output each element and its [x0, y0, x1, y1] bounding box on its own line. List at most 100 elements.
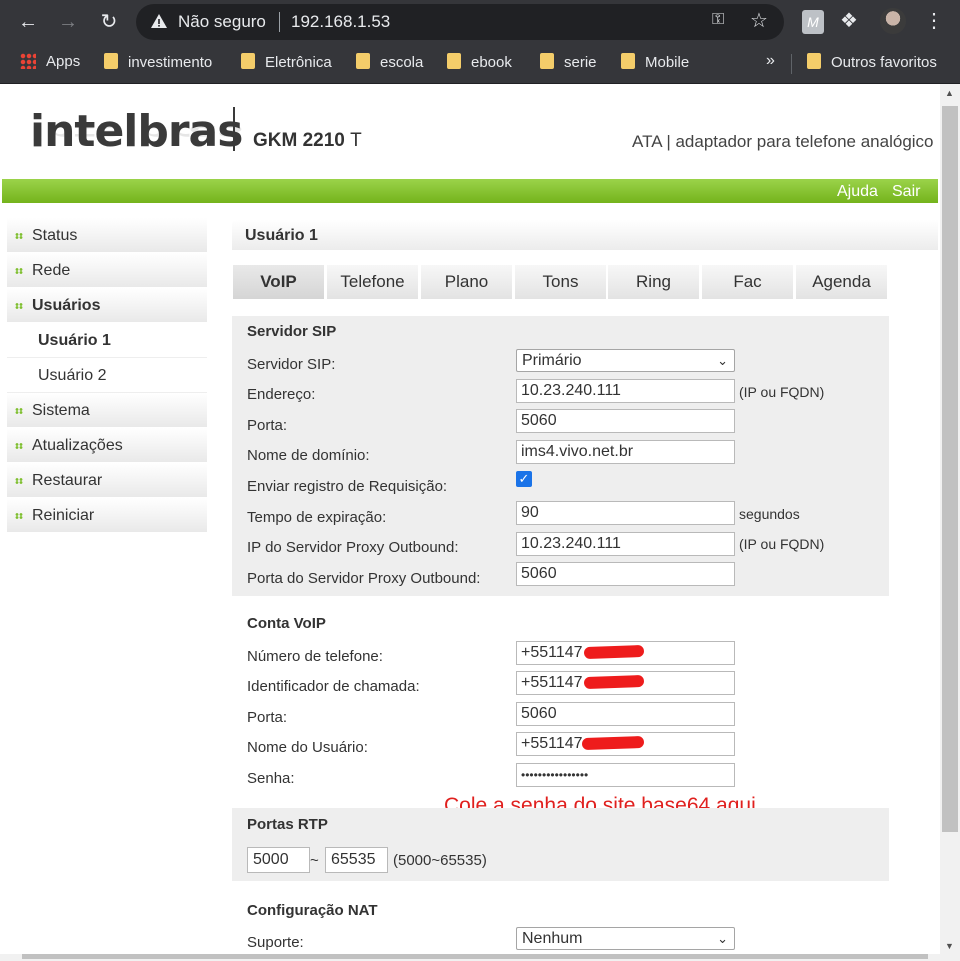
bookmark-mobile[interactable]: Mobile: [621, 53, 689, 75]
rtp-range-separator: ~: [310, 852, 319, 869]
header-green-bar: [2, 179, 938, 203]
sidebar-item-atualizacoes[interactable]: Atualizações: [7, 428, 207, 463]
bullet-dots-icon: [15, 233, 23, 239]
proxy-hint: (IP ou FQDN): [739, 536, 825, 552]
bookmarks-bar: Apps investimento Eletrônica escola eboo…: [0, 44, 960, 84]
scroll-down-icon[interactable]: ▼: [945, 941, 954, 951]
horizontal-scrollbar[interactable]: [0, 954, 940, 961]
tab-telefone[interactable]: Telefone: [327, 265, 418, 299]
bookmark-other-favorites[interactable]: Outros favoritos: [807, 53, 937, 75]
header-divider: [233, 107, 235, 151]
bookmark-eletronica[interactable]: Eletrônica: [241, 53, 332, 75]
tab-voip[interactable]: VoIP: [233, 265, 324, 299]
sidebar-item-usuarios[interactable]: Usuários: [7, 288, 207, 323]
sidebar-item-reiniciar[interactable]: Reiniciar: [7, 498, 207, 533]
register-label: Enviar registro de Requisição:: [247, 478, 448, 495]
bookmark-investimento[interactable]: investimento: [104, 53, 212, 75]
nat-support-label: Suporte:: [247, 934, 304, 951]
rtp-to-input[interactable]: 65535: [325, 847, 388, 873]
bookmark-apps[interactable]: Apps: [20, 53, 80, 75]
folder-icon: [356, 53, 370, 69]
scrollbar-thumb[interactable]: [942, 106, 958, 832]
address-hint: (IP ou FQDN): [739, 384, 825, 400]
rtp-range-hint: (5000~65535): [393, 852, 487, 869]
tab-tons[interactable]: Tons: [515, 265, 606, 299]
account-port-input[interactable]: 5060: [516, 702, 735, 726]
proxy-label: IP do Servidor Proxy Outbound:: [247, 539, 459, 556]
nat-support-select[interactable]: Nenhum ⌄: [516, 927, 735, 950]
rtp-ports-section: Portas RTP 5000 ~ 65535 (5000~65535): [232, 808, 889, 881]
horizontal-scrollbar-thumb[interactable]: [22, 954, 928, 959]
port-label: Porta:: [247, 417, 288, 434]
profile-avatar[interactable]: [880, 8, 906, 34]
vertical-scrollbar[interactable]: ▲ ▼: [940, 84, 960, 961]
folder-icon: [241, 53, 255, 69]
menu-kebab-icon[interactable]: ⋮: [924, 8, 944, 33]
warning-icon: [151, 14, 167, 28]
rtp-from-input[interactable]: 5000: [247, 847, 310, 873]
sidebar-menu: Status Rede Usuários Usuário 1 Usuário 2…: [7, 218, 207, 533]
bullet-dots-icon: [15, 303, 23, 309]
tab-plano[interactable]: Plano: [421, 265, 512, 299]
help-link[interactable]: Ajuda: [837, 183, 878, 201]
apps-grid-icon: [20, 53, 36, 69]
bullet-dots-icon: [15, 513, 23, 519]
domain-input[interactable]: ims4.vivo.net.br: [516, 440, 735, 464]
logout-link[interactable]: Sair: [892, 183, 920, 201]
page-title: Usuário 1: [245, 227, 318, 244]
sidebar-item-restaurar[interactable]: Restaurar: [7, 463, 207, 498]
voip-account-section: Conta VoIP Número de telefone: +551147 I…: [232, 604, 889, 794]
star-icon[interactable]: ☆: [750, 8, 768, 33]
register-checkbox[interactable]: ✓: [516, 471, 532, 487]
bookmarks-overflow-button[interactable]: »: [766, 52, 775, 70]
proxy-port-input[interactable]: 5060: [516, 562, 735, 586]
password-label: Senha:: [247, 770, 295, 787]
password-input[interactable]: ••••••••••••••••: [516, 763, 735, 787]
account-port-label: Porta:: [247, 709, 288, 726]
domain-label: Nome de domínio:: [247, 447, 370, 464]
device-model: GKM 2210 T: [253, 130, 362, 151]
expire-unit: segundos: [739, 506, 800, 522]
sidebar-item-rede[interactable]: Rede: [7, 253, 207, 288]
caller-id-label: Identificador de chamada:: [247, 678, 420, 695]
nat-section-title: Configuração NAT: [247, 902, 378, 919]
sidebar-subitem-usuario-2[interactable]: Usuário 2: [7, 358, 207, 393]
key-icon[interactable]: ⚿: [712, 11, 724, 29]
tab-ring[interactable]: Ring: [608, 265, 699, 299]
chevron-down-icon: ⌄: [717, 353, 728, 368]
bullet-dots-icon: [15, 478, 23, 484]
port-input[interactable]: 5060: [516, 409, 735, 433]
username-label: Nome do Usuário:: [247, 739, 368, 756]
sidebar-item-sistema[interactable]: Sistema: [7, 393, 207, 428]
security-label[interactable]: Não seguro: [178, 12, 266, 32]
tab-fac[interactable]: Fac: [702, 265, 793, 299]
extension-m-icon[interactable]: M: [802, 10, 824, 34]
address-bar[interactable]: Não seguro 192.168.1.53 ⚿ ☆: [136, 4, 784, 40]
bullet-dots-icon: [15, 408, 23, 414]
back-icon[interactable]: ←: [14, 8, 42, 36]
sidebar-item-status[interactable]: Status: [7, 218, 207, 253]
omnibox-divider: [279, 12, 280, 32]
folder-icon: [540, 53, 554, 69]
folder-icon: [807, 53, 821, 69]
url-text[interactable]: 192.168.1.53: [291, 12, 390, 32]
folder-icon: [447, 53, 461, 69]
rtp-section-title: Portas RTP: [247, 816, 328, 833]
redaction-mark: [581, 735, 645, 751]
extensions-puzzle-icon[interactable]: ❖: [840, 8, 858, 33]
scroll-up-icon[interactable]: ▲: [945, 88, 954, 98]
sip-server-select[interactable]: Primário ⌄: [516, 349, 735, 372]
bookmark-ebook[interactable]: ebook: [447, 53, 512, 75]
phone-label: Número de telefone:: [247, 648, 383, 665]
expire-input[interactable]: 90: [516, 501, 735, 525]
sidebar-subitem-usuario-1[interactable]: Usuário 1: [7, 323, 207, 358]
nat-config-section: Configuração NAT Suporte: Nenhum ⌄: [232, 892, 889, 961]
bookmark-serie[interactable]: serie: [540, 53, 597, 75]
address-input[interactable]: 10.23.240.111: [516, 379, 735, 403]
tab-agenda[interactable]: Agenda: [796, 265, 887, 299]
bookmark-escola[interactable]: escola: [356, 53, 423, 75]
reload-icon[interactable]: ↻: [95, 8, 123, 36]
proxy-input[interactable]: 10.23.240.111: [516, 532, 735, 556]
browser-toolbar: ← → ↻ Não seguro 192.168.1.53 ⚿ ☆ M ❖ ⋮: [0, 0, 960, 44]
forward-icon[interactable]: →: [54, 8, 82, 36]
